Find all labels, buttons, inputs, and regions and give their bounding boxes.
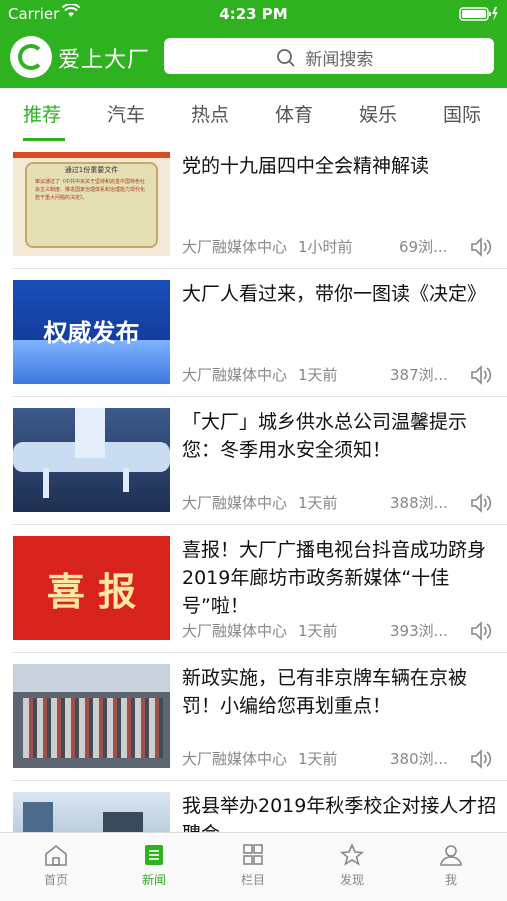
divider [13, 524, 507, 525]
speaker-icon[interactable] [468, 362, 494, 392]
news-time: 1天前 [298, 750, 338, 768]
news-list: 通过1份重要文件 审议通过了《中共中央关于坚持和完善中国特色社会主义制度、推进国… [0, 144, 507, 832]
news-title: 新政实施，已有非京牌车辆在京被罚！小编给您再划重点！ [182, 667, 468, 717]
news-views: 69浏... [399, 238, 448, 256]
news-views: 380浏... [390, 750, 448, 768]
nav-discover[interactable]: 发现 [322, 843, 382, 888]
home-icon [45, 844, 67, 866]
news-item[interactable]: 权威发布 大厂人看过来，带你一图读《决定》 大厂融媒体中心 1天前 387浏... [0, 272, 507, 400]
tab-international[interactable]: 国际 [443, 100, 481, 127]
news-source: 大厂融媒体中心 [182, 622, 288, 640]
nav-news-label: 新闻 [141, 873, 166, 887]
nav-news[interactable]: 新闻 [124, 843, 184, 888]
news-thumbnail [13, 408, 170, 512]
grid-icon [243, 844, 263, 865]
news-source: 大厂融媒体中心 [182, 366, 288, 384]
news-source: 大厂融媒体中心 [182, 238, 288, 256]
speaker-icon[interactable] [468, 618, 494, 648]
divider [13, 268, 507, 269]
nav-columns[interactable]: 栏目 [223, 843, 283, 888]
active-tab-indicator [23, 138, 65, 141]
search-bar[interactable]: 新闻搜索 [164, 38, 494, 74]
thumb-caption: 权威发布 [43, 319, 140, 347]
news-title: 喜报！大厂广播电视台抖音成功跻身2019年廊坊市政务新媒体“十佳号”啦！ [182, 539, 487, 617]
news-views: 387浏... [390, 366, 448, 384]
news-time: 1天前 [298, 622, 338, 640]
news-item[interactable]: 新政实施，已有非京牌车辆在京被罚！小编给您再划重点！ 大厂融媒体中心 1天前 38… [0, 656, 507, 784]
tab-recommend[interactable]: 推荐 [23, 100, 61, 127]
thumb-caption: 通过1份重要文件 [64, 166, 119, 174]
news-thumbnail [13, 792, 170, 832]
speaker-icon[interactable] [468, 490, 494, 520]
thumb-caption: 喜 报 [46, 570, 137, 614]
status-time: 4:23 PM [219, 5, 288, 23]
search-placeholder: 新闻搜索 [305, 50, 374, 70]
news-views: 388浏... [390, 494, 448, 512]
news-meta: 大厂融媒体中心 1天前 [182, 492, 349, 513]
speaker-icon[interactable] [468, 746, 494, 776]
news-title: 「大厂」城乡供水总公司温馨提示您：冬季用水安全须知！ [182, 411, 468, 461]
speaker-icon[interactable] [468, 234, 494, 264]
news-thumbnail [13, 664, 170, 768]
news-thumbnail: 喜 报 [13, 536, 170, 640]
news-meta: 大厂融媒体中心 1天前 [182, 748, 349, 769]
news-item[interactable]: 我县举办2019年秋季校企对接人才招聘会 [0, 784, 507, 832]
user-icon [440, 845, 462, 866]
news-title: 我县举办2019年秋季校企对接人才招聘会 [182, 795, 497, 832]
news-time: 1小时前 [298, 238, 353, 256]
news-item[interactable]: 「大厂」城乡供水总公司温馨提示您：冬季用水安全须知！ 大厂融媒体中心 1天前 38… [0, 400, 507, 528]
news-time: 1天前 [298, 366, 338, 384]
nav-columns-label: 栏目 [240, 873, 265, 887]
nav-home[interactable]: 首页 [26, 843, 86, 888]
news-icon [145, 845, 163, 865]
star-icon [339, 843, 365, 866]
battery-icon [459, 6, 499, 26]
thumb-subcaption: 审议通过了《中共中央关于坚持和完善中国特色社会主义制度、推进国家治理体系和治理能… [35, 179, 146, 201]
nav-me-label: 我 [444, 873, 457, 887]
news-thumbnail: 通过1份重要文件 审议通过了《中共中央关于坚持和完善中国特色社会主义制度、推进国… [13, 152, 170, 256]
nav-me[interactable]: 我 [421, 843, 481, 888]
category-tabs: 推荐 汽车 热点 体育 娱乐 国际 [0, 88, 507, 144]
divider [13, 396, 507, 397]
app-name: 爱上大厂 [58, 48, 151, 73]
news-time: 1天前 [298, 494, 338, 512]
news-views: 393浏... [390, 622, 448, 640]
divider [13, 780, 507, 781]
app-header: Carrier 4:23 PM 爱上大厂 新闻搜索 [0, 0, 507, 88]
news-source: 大厂融媒体中心 [182, 494, 288, 512]
news-thumbnail: 权威发布 [13, 280, 170, 384]
news-meta: 大厂融媒体中心 1小时前 [182, 236, 364, 257]
news-item[interactable]: 通过1份重要文件 审议通过了《中共中央关于坚持和完善中国特色社会主义制度、推进国… [0, 144, 507, 272]
news-meta: 大厂融媒体中心 1天前 [182, 364, 349, 385]
search-icon [277, 48, 295, 67]
status-bar: Carrier 4:23 PM [0, 0, 507, 28]
divider [13, 652, 507, 653]
app-logo [10, 36, 52, 78]
bottom-nav: 首页 新闻 栏目 发现 我 [0, 832, 507, 901]
nav-home-label: 首页 [43, 873, 68, 887]
nav-discover-label: 发现 [339, 873, 364, 887]
tab-hot[interactable]: 热点 [191, 100, 229, 127]
news-meta: 大厂融媒体中心 1天前 [182, 620, 349, 641]
news-title: 大厂人看过来，带你一图读《决定》 [182, 283, 487, 305]
tab-sports[interactable]: 体育 [275, 100, 313, 127]
tab-entertainment[interactable]: 娱乐 [359, 100, 397, 127]
news-source: 大厂融媒体中心 [182, 750, 288, 768]
tab-auto[interactable]: 汽车 [107, 100, 145, 127]
news-item[interactable]: 喜 报 喜报！大厂广播电视台抖音成功跻身2019年廊坊市政务新媒体“十佳号”啦！… [0, 528, 507, 656]
news-title: 党的十九届四中全会精神解读 [182, 155, 430, 177]
